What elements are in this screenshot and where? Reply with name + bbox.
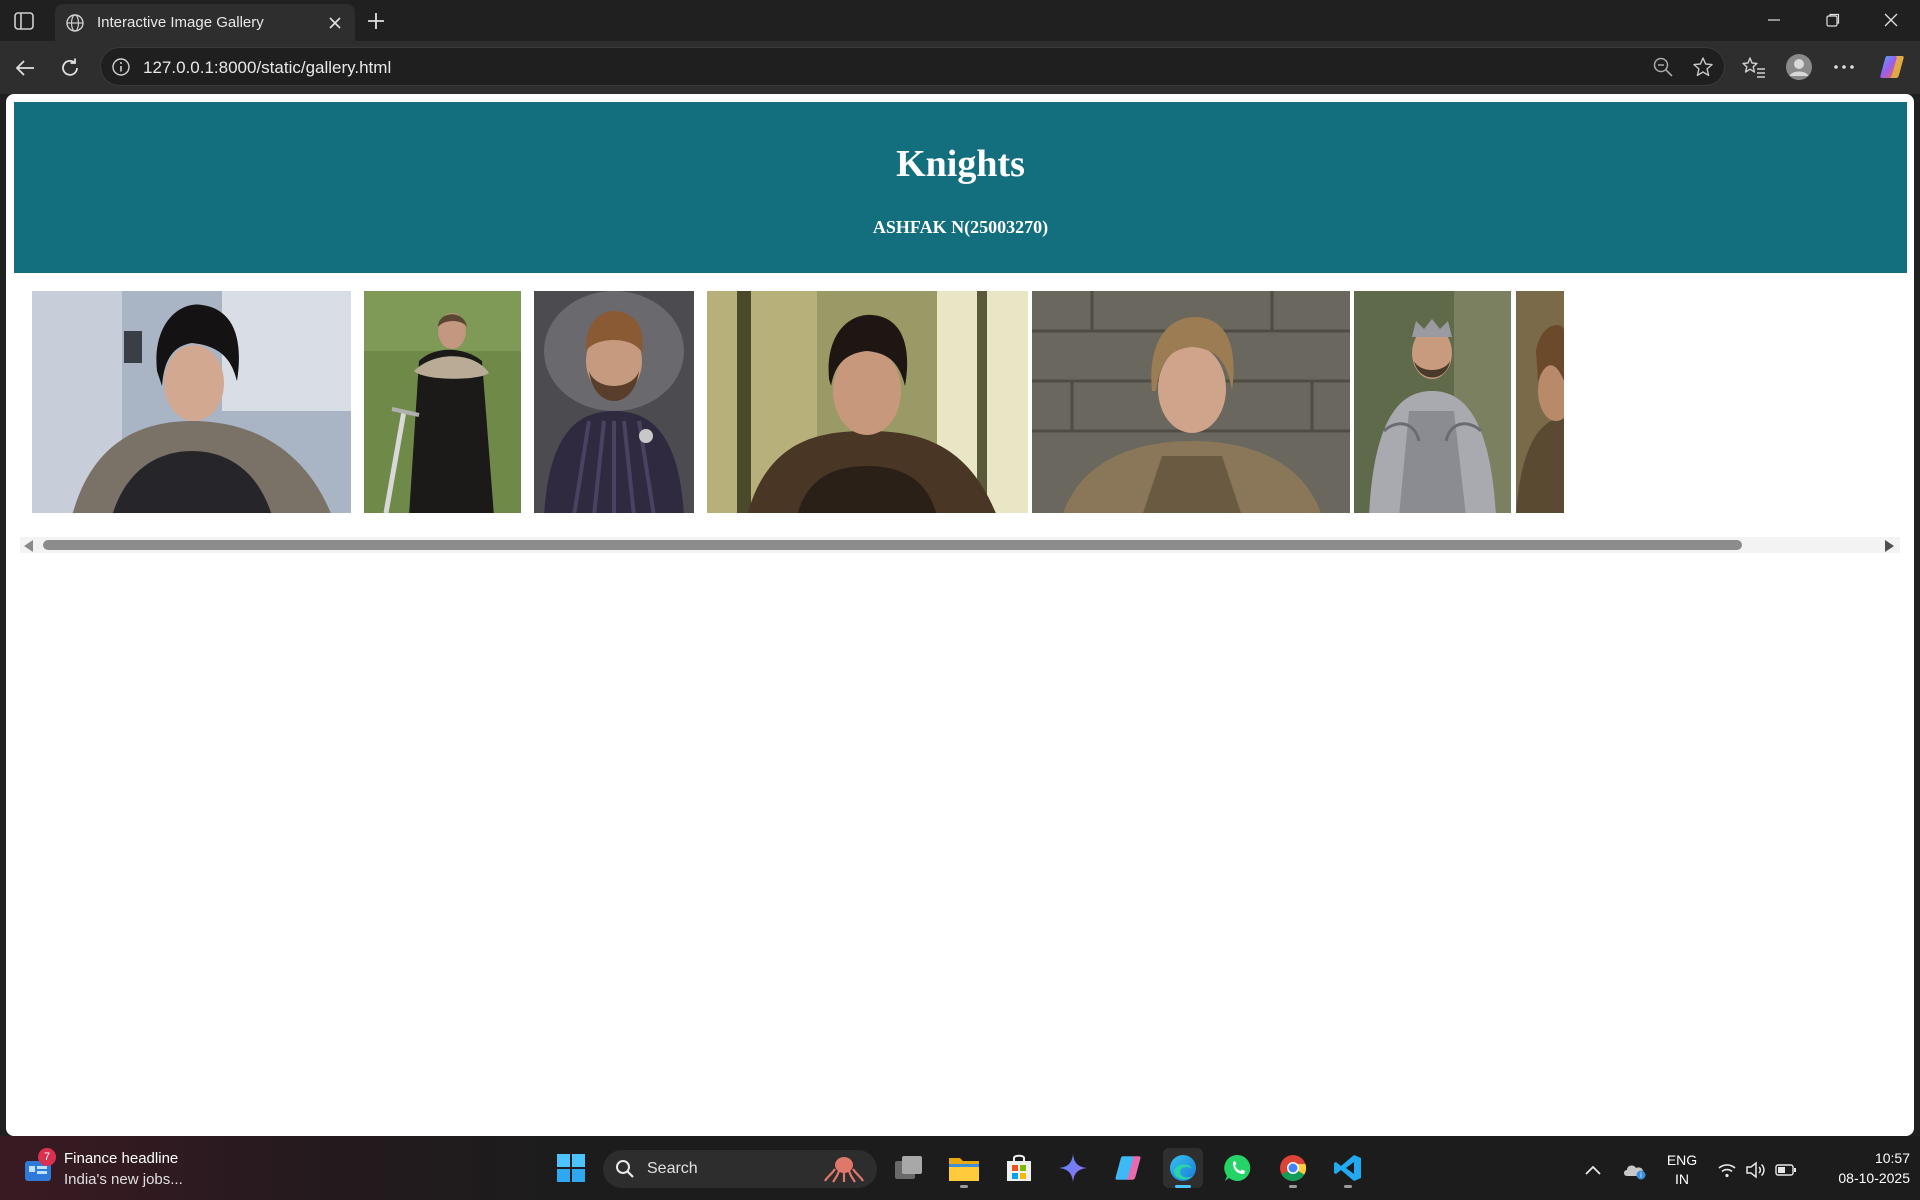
onedrive-tray[interactable]: i <box>1620 1150 1650 1190</box>
chevron-up-icon <box>1585 1165 1601 1175</box>
taskbar-search[interactable]: Search <box>603 1150 877 1188</box>
svg-text:i: i <box>1640 1172 1642 1180</box>
more-dots-icon <box>1834 65 1854 69</box>
back-button[interactable] <box>12 55 38 81</box>
search-label: Search <box>647 1160 698 1177</box>
tab-title: Interactive Image Gallery <box>97 14 264 31</box>
clock-time: 10:57 <box>1874 1150 1910 1166</box>
refresh-icon <box>62 58 78 76</box>
search-icon <box>615 1159 635 1179</box>
browser-tab[interactable]: Interactive Image Gallery <box>55 4 355 41</box>
profile-avatar-icon <box>1786 54 1812 80</box>
sidebar-toggle-icon[interactable] <box>12 10 36 32</box>
task-view-icon <box>895 1156 922 1179</box>
page-title: Knights <box>896 143 1025 185</box>
language-code: ENG <box>1666 1152 1698 1168</box>
favorites-button[interactable] <box>1740 53 1768 81</box>
vscode-app-button[interactable] <box>1328 1148 1368 1188</box>
scroll-right-arrow-icon[interactable] <box>1885 540 1894 552</box>
browser-toolbar: 127.0.0.1:8000/static/gallery.html <box>0 41 1920 94</box>
battery-tray[interactable] <box>1774 1150 1798 1190</box>
news-widget[interactable]: 7 Finance headline India's new jobs... <box>20 1146 220 1192</box>
page-header: Knights ASHFAK N(25003270) <box>14 102 1907 273</box>
zoom-out-icon[interactable] <box>1652 56 1674 78</box>
whatsapp-app-button[interactable] <box>1218 1148 1258 1188</box>
cloud-icon: i <box>1624 1165 1646 1180</box>
edge-app-button[interactable] <box>1163 1148 1203 1188</box>
windows-taskbar: 7 Finance headline India's new jobs... S… <box>0 1136 1920 1200</box>
restore-button[interactable] <box>1821 8 1845 32</box>
minimize-icon <box>1768 19 1780 21</box>
photo-knight-6[interactable] <box>1354 291 1511 513</box>
page-viewport: Knights ASHFAK N(25003270) <box>6 94 1914 1136</box>
profile-button[interactable] <box>1785 53 1813 81</box>
site-info-icon[interactable] <box>111 57 131 77</box>
start-button[interactable] <box>551 1148 591 1188</box>
copilot-app-icon <box>1115 1156 1141 1180</box>
file-explorer-button[interactable] <box>944 1148 984 1188</box>
close-icon <box>1884 13 1898 27</box>
widget-headline: Finance headline <box>64 1150 179 1167</box>
scroll-left-arrow-icon[interactable] <box>24 540 33 552</box>
clock[interactable]: 10:57 08-10-2025 <box>1810 1148 1910 1188</box>
close-window-button[interactable] <box>1879 8 1903 32</box>
page-subtitle: ASHFAK N(25003270) <box>872 217 1049 237</box>
image-gallery[interactable] <box>14 273 1907 513</box>
photo-knight-3[interactable] <box>534 291 694 513</box>
favorites-list-icon <box>1742 57 1765 78</box>
chrome-app-button[interactable] <box>1273 1148 1313 1188</box>
new-tab-button[interactable] <box>364 9 388 33</box>
clock-date: 08-10-2025 <box>1838 1170 1910 1186</box>
notification-badge: 7 <box>38 1148 56 1166</box>
photo-knight-5[interactable] <box>1032 291 1350 513</box>
copilot-app-button[interactable] <box>1108 1148 1148 1188</box>
running-indicator <box>1289 1185 1297 1188</box>
chrome-icon <box>1280 1155 1307 1182</box>
scrollbar-thumb[interactable] <box>43 540 1742 550</box>
gemini-app-button[interactable] <box>1053 1148 1093 1188</box>
tab-close-icon[interactable] <box>325 13 345 33</box>
browser-tab-bar: Interactive Image Gallery <box>0 0 1920 41</box>
photo-knight-2[interactable] <box>364 291 521 513</box>
running-indicator <box>1344 1185 1352 1188</box>
gallery-horizontal-scrollbar[interactable] <box>20 537 1900 553</box>
globe-icon <box>65 13 85 33</box>
photo-knight-7[interactable] <box>1516 291 1564 513</box>
wifi-tray[interactable] <box>1716 1150 1738 1190</box>
back-arrow-icon <box>15 60 34 76</box>
vscode-icon <box>1334 1155 1361 1181</box>
restore-icon <box>1826 13 1840 27</box>
windows-logo-icon <box>557 1154 585 1182</box>
running-indicator <box>960 1185 968 1188</box>
copilot-button[interactable] <box>1878 53 1906 81</box>
photo-knight-1[interactable] <box>32 291 351 513</box>
favorite-star-icon[interactable] <box>1692 56 1714 78</box>
refresh-button[interactable] <box>57 55 83 81</box>
show-hidden-icons-button[interactable] <box>1580 1150 1606 1190</box>
whatsapp-icon <box>1224 1154 1251 1181</box>
minimize-button[interactable] <box>1762 8 1786 32</box>
widget-subline: India's new jobs... <box>64 1171 183 1188</box>
speaker-icon <box>1746 1161 1765 1179</box>
language-indicator[interactable]: ENG IN <box>1660 1150 1704 1190</box>
search-highlight-octopus-icon <box>823 1155 865 1183</box>
wifi-icon <box>1718 1164 1736 1178</box>
edge-browser-icon <box>1170 1155 1196 1181</box>
copilot-icon <box>1880 56 1904 78</box>
plus-icon <box>368 13 384 29</box>
folder-icon <box>949 1158 979 1181</box>
volume-tray[interactable] <box>1744 1150 1768 1190</box>
active-indicator <box>1175 1185 1191 1188</box>
address-bar[interactable]: 127.0.0.1:8000/static/gallery.html <box>100 47 1725 86</box>
url-text[interactable]: 127.0.0.1:8000/static/gallery.html <box>143 58 391 78</box>
region-code: IN <box>1675 1171 1689 1187</box>
sparkle-icon <box>1059 1154 1087 1182</box>
store-bag-icon <box>1007 1154 1031 1181</box>
battery-icon <box>1775 1164 1796 1176</box>
microsoft-store-button[interactable] <box>999 1148 1039 1188</box>
photo-knight-4[interactable] <box>707 291 1028 513</box>
task-view-button[interactable] <box>889 1148 929 1188</box>
more-options-button[interactable] <box>1830 53 1858 81</box>
